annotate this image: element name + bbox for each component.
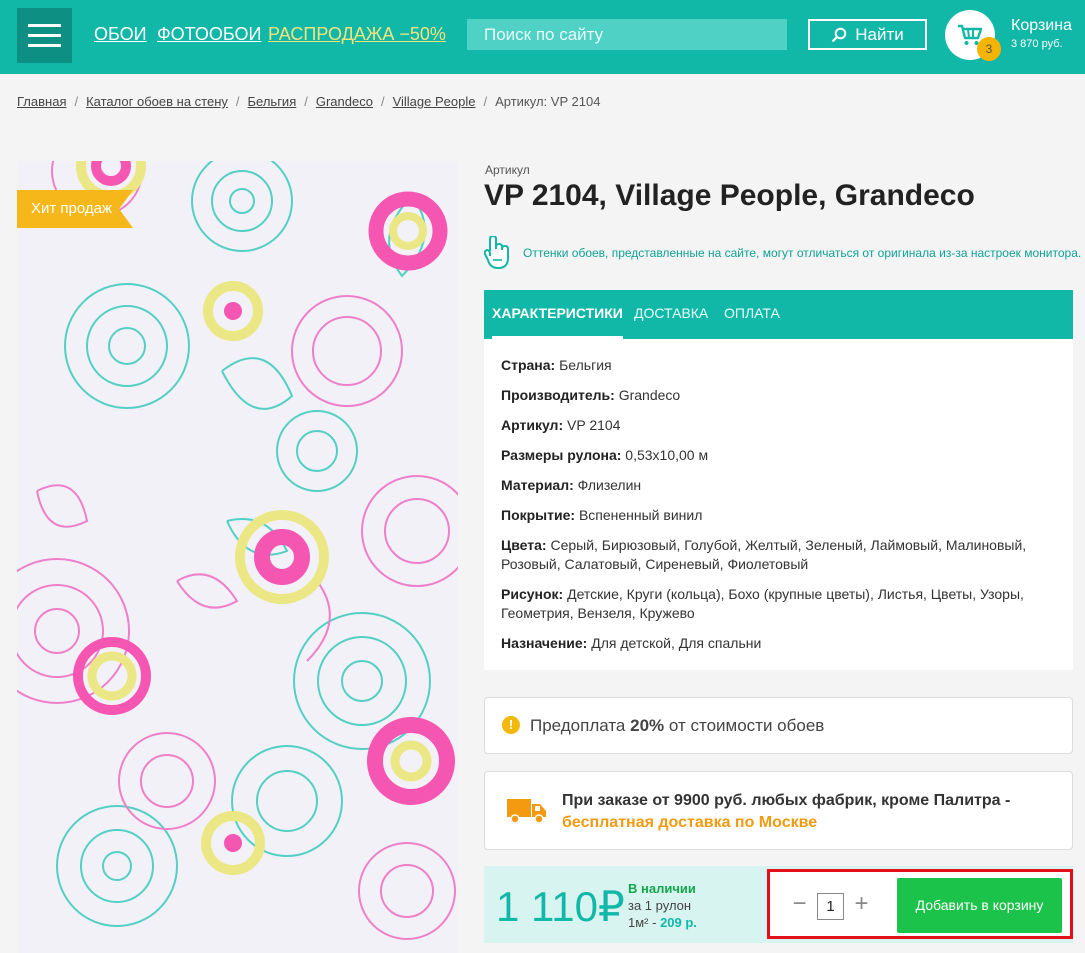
color-notice: Оттенки обоев, представленные на сайте, … [523, 246, 1082, 260]
breadcrumb-grandeco[interactable]: Grandeco [316, 94, 373, 109]
wallpaper-pattern [17, 161, 458, 940]
product-title: VP 2104, Village People, Grandeco [484, 179, 975, 212]
tab-characteristics[interactable]: ХАРАКТЕРИСТИКИ [492, 290, 623, 339]
price: 1 110₽ [496, 883, 625, 930]
product-tabs: ХАРАКТЕРИСТИКИ ДОСТАВКА ОПЛАТА [484, 290, 1073, 339]
breadcrumb-home[interactable]: Главная [17, 94, 66, 109]
site-header: ОБОИ ФОТООБОИ РАСПРОДАЖА −50% Поиск по с… [0, 0, 1085, 74]
spec-row: Покрытие: Вспененный винил [501, 507, 703, 523]
nav-sale[interactable]: РАСПРОДАЖА −50% [268, 24, 446, 45]
article-label: Артикул [485, 163, 530, 177]
qty-decrease-button[interactable]: − [782, 886, 817, 922]
breadcrumb-belgium[interactable]: Бельгия [248, 94, 297, 109]
bestseller-badge: Хит продаж [17, 190, 133, 228]
delivery-line2: бесплатная доставка по Москве [562, 814, 818, 831]
qty-increase-button[interactable]: + [844, 886, 879, 922]
truck-icon [507, 799, 546, 824]
spec-row: Размеры рулона: 0,53x10,00 м [501, 447, 709, 463]
price-per-m2: 1м² - 209 р. [628, 915, 697, 930]
find-button[interactable]: Найти [808, 19, 927, 50]
find-label: Найти [855, 24, 904, 44]
warning-icon: ! [502, 716, 520, 734]
stock-status: В наличии [628, 881, 696, 896]
search-input[interactable]: Поиск по сайту [467, 19, 787, 50]
specs-panel: Страна: Бельгия Производитель: Grandeco … [484, 339, 1073, 670]
breadcrumb-current: Артикул: VP 2104 [495, 94, 601, 109]
spec-row: Материал: Флизелин [501, 477, 642, 493]
search-icon [831, 27, 847, 42]
price-unit: за 1 рулон [628, 898, 692, 913]
add-to-cart-button[interactable]: Добавить в корзину [897, 878, 1062, 933]
delivery-line1: При заказе от 9900 руб. любых фабрик, кр… [562, 792, 1011, 809]
breadcrumb-catalog[interactable]: Каталог обоев на стену [86, 94, 228, 109]
nav-wallpapers[interactable]: ОБОИ [94, 24, 147, 45]
delivery-box: При заказе от 9900 руб. любых фабрик, кр… [484, 771, 1073, 850]
spec-row: Страна: Бельгия [501, 357, 612, 373]
tab-payment[interactable]: ОПЛАТА [724, 290, 780, 339]
breadcrumb-collection[interactable]: Village People [393, 94, 476, 109]
hand-icon [484, 236, 509, 269]
add-to-cart-area: − 1 + Добавить в корзину [767, 869, 1073, 939]
spec-row: Рисунок: Детские, Круги (кольца), Бохо (… [501, 586, 1024, 621]
cart-count-badge: 3 [977, 37, 1001, 61]
breadcrumb: Главная / Каталог обоев на стену / Бельгия / G… [17, 94, 601, 109]
prepay-box: ! Предоплата 20% от стоимости обоев [484, 697, 1073, 754]
cart-sum: 3 870 руб. [1011, 38, 1063, 50]
quantity-input[interactable]: 1 [817, 893, 844, 920]
menu-icon[interactable] [17, 8, 72, 63]
prepay-text: Предоплата 20% от стоимости обоев [530, 716, 825, 735]
nav-photo-wallpapers[interactable]: ФОТООБОИ [157, 24, 261, 45]
tab-delivery[interactable]: ДОСТАВКА [634, 290, 708, 339]
spec-row: Артикул: VP 2104 [501, 417, 621, 433]
spec-row: Цвета: Серый, Бирюзовый, Голубой, Желтый… [501, 537, 1027, 572]
product-image[interactable] [17, 161, 458, 953]
spec-row: Назначение: Для детской, Для спальни [501, 635, 762, 651]
spec-row: Производитель: Grandeco [501, 387, 681, 403]
cart-title[interactable]: Корзина [1011, 17, 1072, 35]
